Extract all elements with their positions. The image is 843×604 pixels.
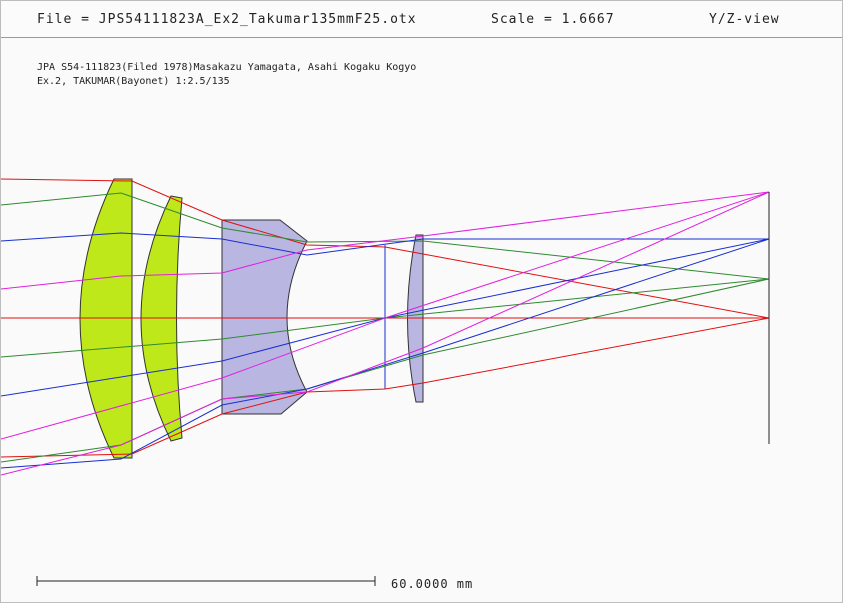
optical-layout-diagram (1, 178, 770, 586)
lens-element-3-negative (221, 219, 308, 415)
scale-bar-label: 60.0000 mm (391, 577, 474, 591)
lens-diagram-window: File = JPS54111823A_Ex2_Takumar135mmF25.… (0, 0, 843, 603)
